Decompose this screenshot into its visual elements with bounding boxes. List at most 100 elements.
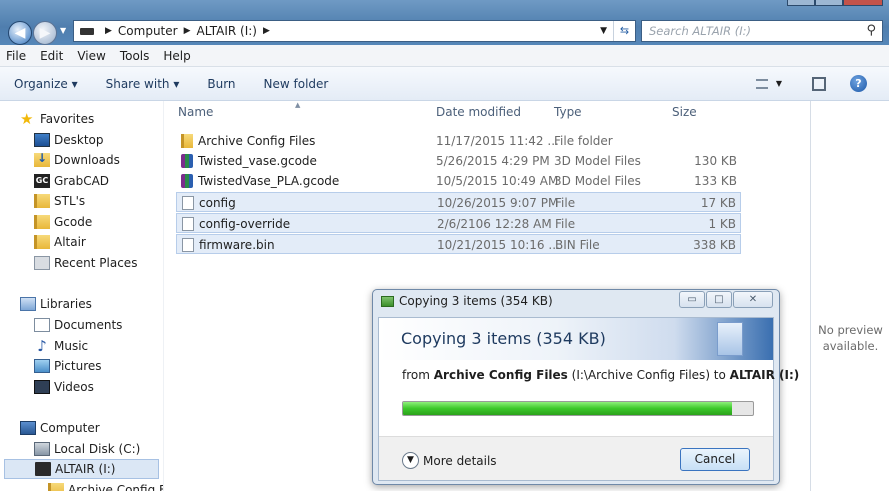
column-header-type[interactable]: Type [554, 105, 582, 119]
copy-icon [381, 295, 394, 307]
nav-altair[interactable]: Altair [34, 232, 86, 252]
source-link[interactable]: Archive Config Files [434, 368, 568, 382]
menu-help[interactable]: Help [163, 49, 190, 63]
nav-archive-config[interactable]: Archive Config Fil [48, 480, 172, 491]
preview-message: No preview available. [811, 322, 889, 354]
forward-button[interactable]: ▶ [33, 21, 57, 45]
column-label: Name [178, 105, 214, 119]
file-type: File [555, 217, 576, 231]
file-row[interactable]: TwistedVase_PLA.gcode 10/5/2015 10:49 AM… [176, 171, 741, 191]
nav-grabcad[interactable]: GC GrabCAD [34, 171, 109, 191]
file-row[interactable]: config 10/26/2015 9:07 PM File 17 KB [176, 192, 741, 212]
nav-label: Desktop [54, 133, 104, 147]
change-view-icon[interactable] [755, 78, 768, 89]
nav-favorites[interactable]: ★ Favorites [20, 109, 94, 129]
nav-label: Gcode [54, 215, 93, 229]
dialog-close-button[interactable]: ✕ [733, 291, 773, 308]
copy-source-destination: from Archive Config Files (I:\Archive Co… [402, 368, 799, 382]
file-icon [182, 238, 194, 252]
computer-icon [20, 421, 36, 435]
folder-icon [34, 215, 50, 229]
nav-desktop[interactable]: Desktop [34, 130, 104, 150]
column-label: Type [554, 105, 582, 119]
breadcrumb-drive[interactable]: ALTAIR (I:) [197, 24, 258, 38]
file-row[interactable]: Archive Config Files 11/17/2015 11:42 ..… [176, 131, 741, 151]
share-with-button[interactable]: Share with ▾ [106, 77, 180, 91]
nav-downloads[interactable]: Downloads [34, 150, 120, 170]
local-disk-icon [34, 442, 50, 456]
drive-icon [80, 27, 94, 35]
nav-label: Pictures [54, 359, 102, 373]
file-row[interactable]: Twisted_vase.gcode 5/26/2015 4:29 PM 3D … [176, 151, 741, 171]
nav-stls[interactable]: STL's [34, 191, 85, 211]
pictures-icon [34, 359, 50, 373]
preview-line: No preview [818, 323, 883, 337]
column-header-date[interactable]: Date modified [436, 105, 521, 119]
address-dropdown-icon[interactable]: ▼ [594, 26, 613, 36]
address-bar[interactable]: ▶ Computer ▶ ALTAIR (I:) ▶ ▼ ⇆ [73, 20, 636, 42]
nav-label: STL's [54, 194, 86, 208]
nav-altair-drive[interactable]: ALTAIR (I:) [4, 459, 159, 479]
more-details-toggle[interactable]: ▼ More details [402, 452, 497, 469]
source-path: (I:\Archive Config Files) to [567, 368, 730, 382]
3d-model-icon [181, 154, 193, 168]
file-name: config [199, 196, 236, 210]
file-type: File [555, 196, 576, 210]
search-input[interactable]: Search ALTAIR (I:) ⚲ [641, 20, 883, 42]
libraries-icon [20, 297, 36, 311]
breadcrumb-separator-icon[interactable]: ▶ [105, 26, 112, 36]
music-icon: ♪ [37, 337, 47, 355]
more-details-label: More details [423, 453, 497, 468]
grabcad-icon: GC [34, 174, 50, 188]
nav-libraries[interactable]: Libraries [20, 294, 92, 314]
refresh-icon[interactable]: ⇆ [613, 21, 635, 41]
nav-pictures[interactable]: Pictures [34, 356, 102, 376]
maximize-button[interactable] [815, 0, 843, 6]
search-placeholder: Search ALTAIR (I:) [649, 24, 752, 38]
nav-recent-places[interactable]: Recent Places [34, 253, 137, 273]
organize-button[interactable]: Organize ▾ [14, 77, 78, 91]
new-folder-button[interactable]: New folder [264, 77, 329, 91]
copy-progress-dialog: Copying 3 items (354 KB) ▭ □ ✕ Copying 3… [372, 289, 799, 485]
menu-bar: File Edit View Tools Help [0, 45, 889, 67]
folder-icon [34, 235, 50, 249]
burn-button[interactable]: Burn [207, 77, 235, 91]
search-icon[interactable]: ⚲ [866, 23, 876, 38]
file-type: BIN File [555, 238, 600, 252]
breadcrumb-computer[interactable]: Computer [118, 24, 178, 38]
destination-link[interactable]: ALTAIR (I:) [730, 368, 800, 382]
dialog-maximize-button[interactable]: □ [706, 291, 732, 308]
file-row[interactable]: config-override 2/6/2106 12:28 AM File 1… [176, 213, 741, 233]
nav-label: Downloads [54, 153, 120, 167]
nav-videos[interactable]: Videos [34, 377, 94, 397]
nav-music[interactable]: ♪ Music [34, 336, 88, 356]
menu-file[interactable]: File [6, 49, 26, 63]
menu-tools[interactable]: Tools [120, 49, 150, 63]
star-icon: ★ [20, 110, 34, 128]
breadcrumb-separator-icon[interactable]: ▶ [263, 26, 270, 36]
recent-places-icon [34, 256, 50, 270]
help-icon[interactable]: ? [850, 75, 867, 92]
column-header-name[interactable]: Name [178, 105, 213, 119]
column-header-size[interactable]: Size [672, 105, 697, 119]
command-bar: Organize ▾ Share with ▾ Burn New folder … [0, 67, 889, 101]
nav-local-disk[interactable]: Local Disk (C:) [34, 439, 140, 459]
back-button[interactable]: ◀ [8, 21, 32, 45]
nav-documents[interactable]: Documents [34, 315, 122, 335]
view-options-dropdown-icon[interactable]: ▼ [776, 79, 782, 88]
cancel-button[interactable]: Cancel [680, 448, 750, 471]
minimize-button[interactable] [787, 0, 815, 6]
close-button[interactable] [843, 0, 883, 6]
copy-progress-bar [402, 401, 754, 416]
recent-pages-dropdown[interactable]: ▼ [60, 26, 66, 35]
menu-edit[interactable]: Edit [40, 49, 63, 63]
file-size: 1 KB [708, 217, 736, 231]
nav-gcode[interactable]: Gcode [34, 212, 92, 232]
preview-pane-icon[interactable] [812, 76, 826, 91]
breadcrumb-separator-icon[interactable]: ▶ [184, 26, 191, 36]
nav-computer[interactable]: Computer [20, 418, 100, 438]
file-icon [182, 217, 194, 231]
menu-view[interactable]: View [77, 49, 105, 63]
dialog-minimize-button[interactable]: ▭ [679, 291, 705, 308]
file-row[interactable]: firmware.bin 10/21/2015 10:16 ... BIN Fi… [176, 234, 741, 254]
